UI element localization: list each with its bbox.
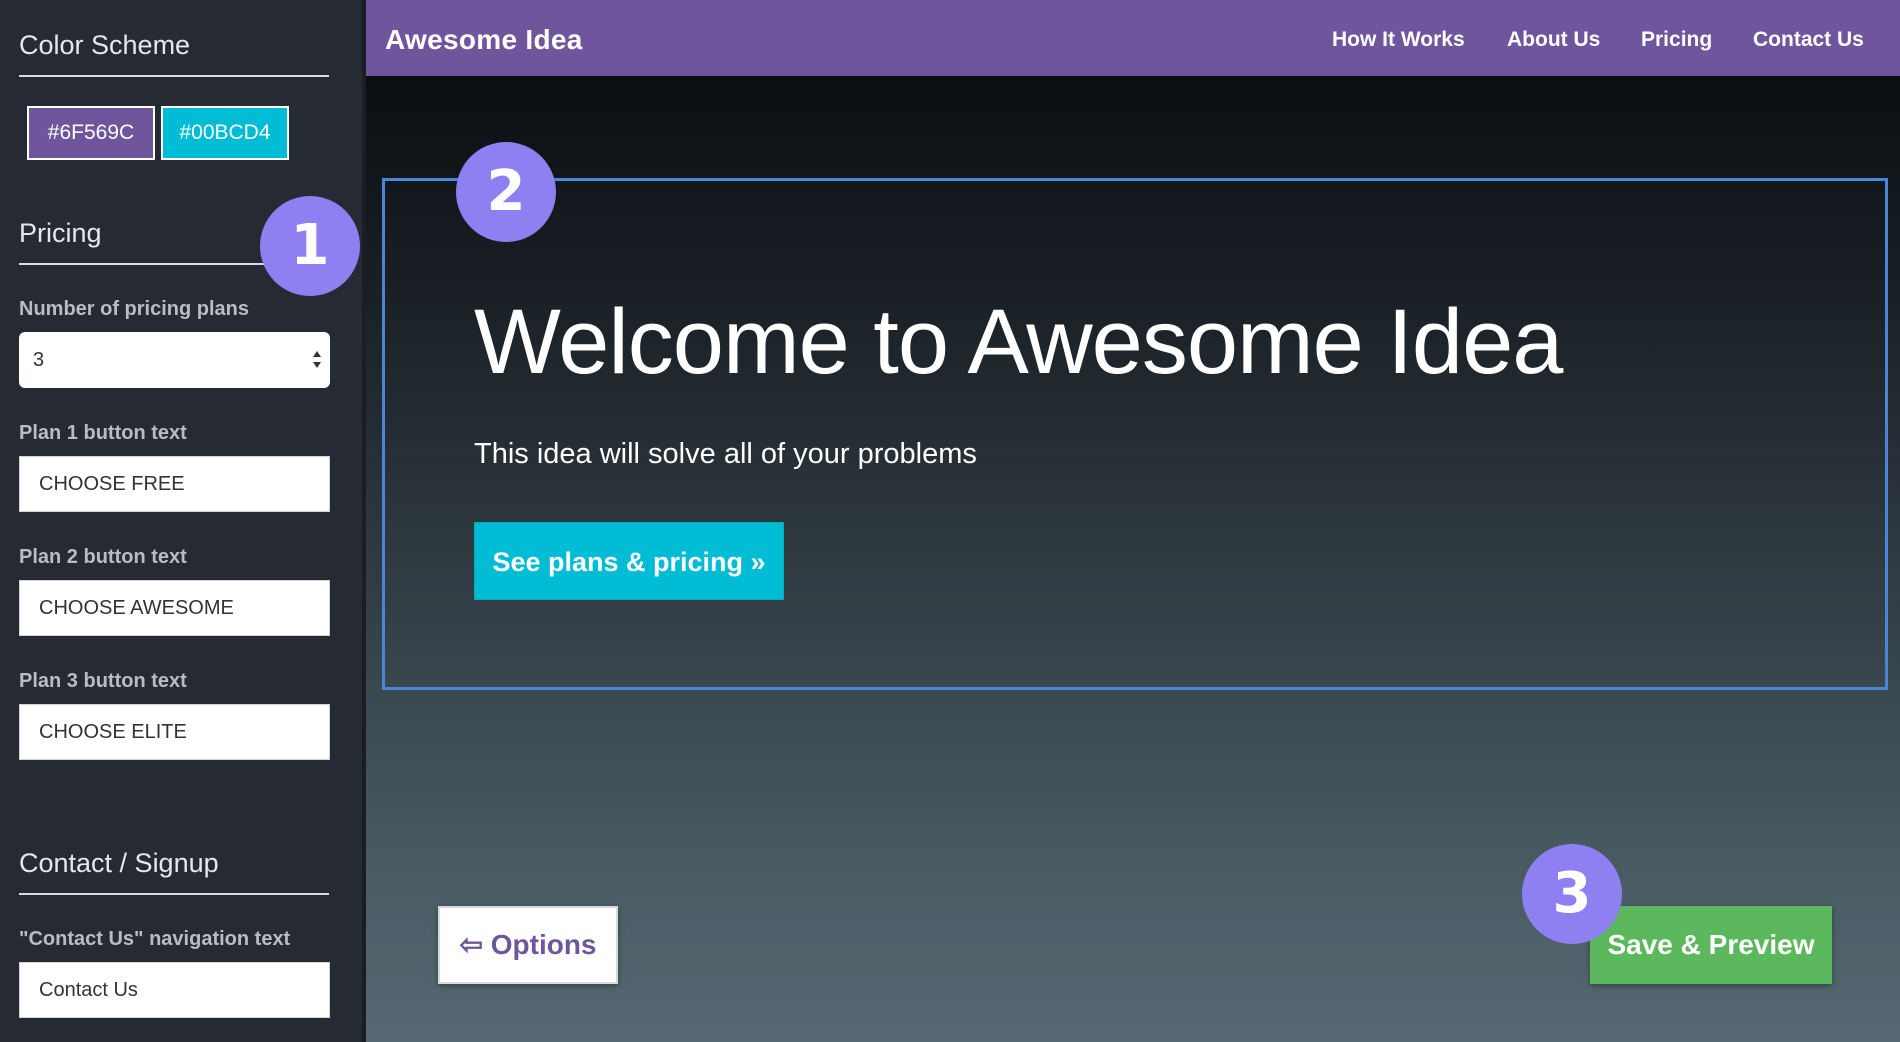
primary-color-swatch[interactable]: #6F569C: [27, 106, 155, 160]
plan1-button-label: Plan 1 button text: [19, 422, 187, 444]
plan2-button-label: Plan 2 button text: [19, 546, 187, 568]
plan2-button-input[interactable]: CHOOSE AWESOME: [19, 580, 330, 636]
brand-name[interactable]: Awesome Idea: [385, 24, 583, 56]
see-plans-button[interactable]: See plans & pricing »: [474, 522, 784, 600]
plan3-button-input[interactable]: CHOOSE ELITE: [19, 704, 330, 760]
options-sidebar: Color Scheme #6F569C #00BCD4 Pricing Num…: [0, 0, 366, 1042]
site-preview: Awesome Idea How It Works About Us Prici…: [366, 0, 1900, 1042]
select-arrows-icon: [313, 351, 321, 368]
plans-count-value: 3: [33, 349, 45, 371]
save-preview-button[interactable]: Save & Preview: [1590, 906, 1832, 984]
step-badge-2: 2: [456, 142, 556, 242]
secondary-color-swatch[interactable]: #00BCD4: [161, 106, 289, 160]
options-button[interactable]: ⇦ Options: [438, 906, 618, 984]
plans-count-select[interactable]: 3: [19, 332, 330, 388]
hero-subtitle: This idea will solve all of your problem…: [474, 438, 977, 470]
plan3-button-label: Plan 3 button text: [19, 670, 187, 692]
color-scheme-heading: Color Scheme: [19, 30, 329, 77]
hero-highlight-frame: [382, 178, 1888, 690]
plans-count-label: Number of pricing plans: [19, 298, 250, 320]
plan1-button-input[interactable]: CHOOSE FREE: [19, 456, 330, 512]
step-badge-1: 1: [260, 196, 360, 296]
contact-nav-input[interactable]: Contact Us: [19, 962, 330, 1018]
nav-link-contact-us[interactable]: Contact Us: [1753, 28, 1864, 52]
contact-nav-label: "Contact Us" navigation text: [19, 928, 291, 950]
preview-navbar: Awesome Idea How It Works About Us Prici…: [366, 0, 1900, 76]
nav-link-how-it-works[interactable]: How It Works: [1332, 28, 1465, 52]
step-badge-3: 3: [1522, 844, 1622, 944]
contact-signup-heading: Contact / Signup: [19, 848, 329, 895]
options-button-label: Options: [490, 929, 597, 960]
hero-title: Welcome to Awesome Idea: [474, 291, 1563, 393]
nav-link-about-us[interactable]: About Us: [1507, 28, 1600, 52]
nav-link-pricing[interactable]: Pricing: [1641, 28, 1712, 52]
arrow-left-icon: ⇦: [459, 929, 483, 960]
